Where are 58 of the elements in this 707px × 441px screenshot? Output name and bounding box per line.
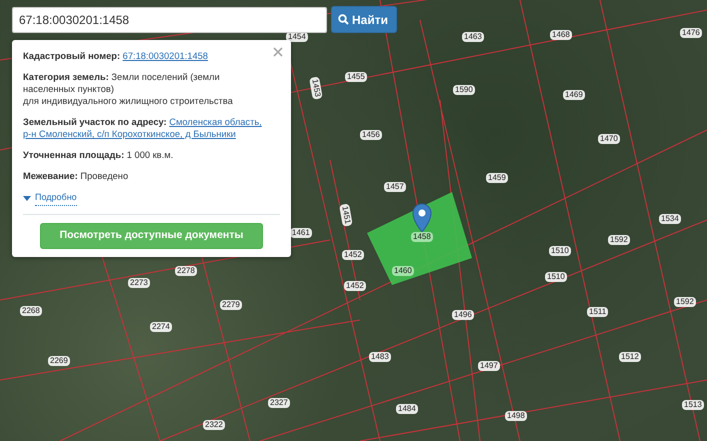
- location-pin-icon: [412, 204, 432, 232]
- field-value: Проведено: [80, 171, 128, 181]
- parcel-number-label: 1592: [674, 297, 696, 307]
- parcel-number-label: 1476: [680, 28, 702, 38]
- parcel-number-label: 1457: [384, 182, 406, 192]
- parcel-number-label: 2274: [150, 322, 172, 332]
- parcel-number-label: 1484: [396, 404, 418, 414]
- parcel-number-label: 1459: [486, 173, 508, 183]
- parcel-number-label: 2273: [128, 278, 150, 288]
- parcel-number-label: 1452: [342, 250, 364, 260]
- field-label: Земельный участок по адресу:: [23, 117, 167, 127]
- parcel-number-label: 1497: [478, 361, 500, 371]
- parcel-number-label: 1452: [344, 281, 366, 291]
- parcel-number-label: 1510: [545, 272, 567, 282]
- search-field[interactable]: 67:18:0030201:1458: [12, 7, 327, 33]
- parcel-number-label: 1512: [619, 352, 641, 362]
- field-link[interactable]: р-н Смоленский, с/п Корохоткинское, д Быльники: [23, 129, 236, 139]
- field-value: 1 000 кв.м.: [126, 150, 174, 160]
- parcel-number-label: 1511: [587, 307, 608, 317]
- field-label: Категория земель:: [23, 72, 109, 82]
- parcel-number-label: 1498: [505, 411, 527, 421]
- parcel-number-label: 1468: [550, 30, 572, 40]
- parcel-number-label: 1460: [392, 266, 414, 276]
- field-value: Земли поселений (земли: [111, 72, 220, 82]
- field-value: населенных пунктов): [23, 84, 114, 94]
- selected-parcel-area[interactable]: [367, 192, 472, 285]
- field-link[interactable]: 67:18:0030201:1458: [122, 51, 208, 61]
- parcel-number-label: 1455: [345, 72, 367, 82]
- parcel-number-label: 1463: [462, 32, 484, 42]
- parcel-number-label: 1451: [339, 203, 353, 227]
- caret-icon: [23, 196, 31, 201]
- parcel-number-label: 1461: [290, 228, 312, 238]
- parcel-number-label: 2278: [175, 266, 197, 276]
- parcel-number-label: 2279: [220, 300, 242, 310]
- parcel-number-label: 2268: [20, 306, 42, 316]
- parcel-number-label: 2327: [268, 398, 290, 408]
- parcel-number-label: 1496: [452, 310, 474, 320]
- parcel-number-label: 1456: [360, 130, 382, 140]
- field-label: Кадастровый номер:: [23, 51, 120, 61]
- parcel-number-label: 1458: [411, 232, 433, 242]
- parcel-number-label: 1453: [309, 76, 323, 100]
- field-label: Уточненная площадь:: [23, 150, 124, 160]
- parcel-number-label: 1534: [659, 214, 681, 224]
- parcel-number-label: 1483: [369, 352, 391, 362]
- search-button[interactable]: Найти: [331, 6, 397, 33]
- details-link[interactable]: Подробно: [35, 191, 77, 206]
- field-label: Межевание:: [23, 171, 78, 181]
- parcel-number-label: 2322: [203, 420, 225, 430]
- field-value: для индивидуального жилищного строительства: [23, 96, 233, 106]
- parcel-number-label: 1470: [598, 134, 620, 144]
- parcel-number-label: 2269: [48, 356, 70, 366]
- parcel-number-label: 1510: [549, 246, 571, 256]
- field-link[interactable]: Смоленская область,: [169, 117, 262, 127]
- parcel-number-label: 1592: [608, 235, 630, 245]
- parcel-number-label: 1513: [682, 400, 704, 410]
- parcel-number-label: 1469: [563, 90, 585, 100]
- parcel-number-label: 1590: [453, 85, 475, 95]
- search-icon: [338, 14, 349, 25]
